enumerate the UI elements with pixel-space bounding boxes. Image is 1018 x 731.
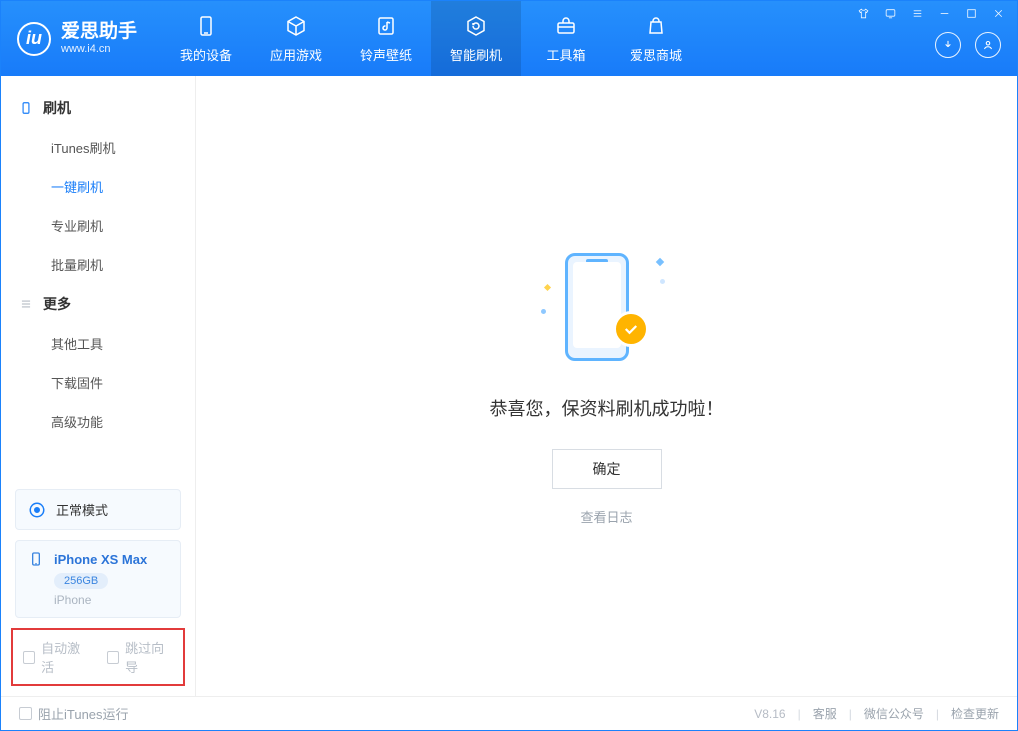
nav-smart-flash[interactable]: 智能刷机	[431, 1, 521, 76]
sidebar-item-onekey-flash[interactable]: 一键刷机	[1, 167, 195, 206]
ok-button[interactable]: 确定	[552, 449, 662, 489]
check-update-link[interactable]: 检查更新	[951, 705, 999, 722]
sidebar-item-download-firmware[interactable]: 下载固件	[1, 363, 195, 402]
music-icon	[373, 13, 399, 39]
header: iu 爱思助手 www.i4.cn 我的设备 应用游戏 铃声壁纸 智能刷机	[1, 1, 1017, 76]
app-window: iu 爱思助手 www.i4.cn 我的设备 应用游戏 铃声壁纸 智能刷机	[0, 0, 1018, 731]
auto-activate-checkbox[interactable]: 自动激活	[23, 638, 89, 676]
store-icon	[643, 13, 669, 39]
nav-ringtone-wallpaper[interactable]: 铃声壁纸	[341, 1, 431, 76]
maximize-icon[interactable]	[965, 7, 978, 20]
sidebar-group-flash: 刷机	[1, 88, 195, 128]
main-nav: 我的设备 应用游戏 铃声壁纸 智能刷机 工具箱 爱思商城	[161, 1, 701, 76]
shirt-icon[interactable]	[857, 7, 870, 20]
toolbox-icon	[553, 13, 579, 39]
minimize-icon[interactable]	[938, 7, 951, 20]
sidebar-item-itunes-flash[interactable]: iTunes刷机	[1, 128, 195, 167]
storage-badge: 256GB	[54, 573, 108, 589]
check-icon	[613, 311, 649, 347]
device-card[interactable]: iPhone XS Max 256GB iPhone	[15, 540, 181, 618]
nav-apps-games[interactable]: 应用游戏	[251, 1, 341, 76]
sidebar-item-pro-flash[interactable]: 专业刷机	[1, 206, 195, 245]
download-button[interactable]	[935, 32, 961, 58]
body: 刷机 iTunes刷机 一键刷机 专业刷机 批量刷机 更多 其他工具 下载固件 …	[1, 76, 1017, 696]
mode-card[interactable]: 正常模式	[15, 489, 181, 530]
nav-my-device[interactable]: 我的设备	[161, 1, 251, 76]
sidebar: 刷机 iTunes刷机 一键刷机 专业刷机 批量刷机 更多 其他工具 下载固件 …	[1, 76, 196, 696]
mode-label: 正常模式	[56, 500, 108, 519]
footer: 阻止iTunes运行 V8.16 | 客服 | 微信公众号 | 检查更新	[1, 696, 1017, 730]
device-icon	[193, 13, 219, 39]
checkbox-row-highlight: 自动激活 跳过向导	[11, 628, 185, 686]
version-label: V8.16	[754, 707, 785, 721]
sidebar-item-other-tools[interactable]: 其他工具	[1, 324, 195, 363]
menu-icon[interactable]	[911, 7, 924, 20]
main-content: 恭喜您，保资料刷机成功啦！ 确定 查看日志	[196, 76, 1017, 696]
view-log-link[interactable]: 查看日志	[580, 507, 632, 526]
header-right	[845, 1, 1017, 76]
window-controls	[857, 7, 1005, 20]
list-icon	[19, 297, 33, 311]
phone-outline-icon	[19, 101, 33, 115]
success-illustration	[547, 247, 667, 367]
nav-store[interactable]: 爱思商城	[611, 1, 701, 76]
wechat-link[interactable]: 微信公众号	[864, 705, 924, 722]
logo[interactable]: iu 爱思助手 www.i4.cn	[1, 1, 153, 76]
phone-icon	[28, 551, 44, 567]
skip-guide-checkbox[interactable]: 跳过向导	[107, 638, 173, 676]
support-link[interactable]: 客服	[813, 705, 837, 722]
sidebar-group-more: 更多	[1, 284, 195, 324]
feedback-icon[interactable]	[884, 7, 897, 20]
app-subtitle: www.i4.cn	[61, 43, 137, 55]
success-message: 恭喜您，保资料刷机成功啦！	[490, 395, 724, 421]
user-button[interactable]	[975, 32, 1001, 58]
device-type: iPhone	[54, 593, 168, 607]
device-name: iPhone XS Max	[54, 552, 147, 567]
cube-icon	[283, 13, 309, 39]
sidebar-item-advanced[interactable]: 高级功能	[1, 402, 195, 441]
block-itunes-checkbox[interactable]: 阻止iTunes运行	[19, 704, 129, 723]
mode-icon	[28, 501, 46, 519]
close-icon[interactable]	[992, 7, 1005, 20]
app-title: 爱思助手	[61, 22, 137, 43]
sidebar-item-batch-flash[interactable]: 批量刷机	[1, 245, 195, 284]
nav-toolbox[interactable]: 工具箱	[521, 1, 611, 76]
refresh-icon	[463, 13, 489, 39]
